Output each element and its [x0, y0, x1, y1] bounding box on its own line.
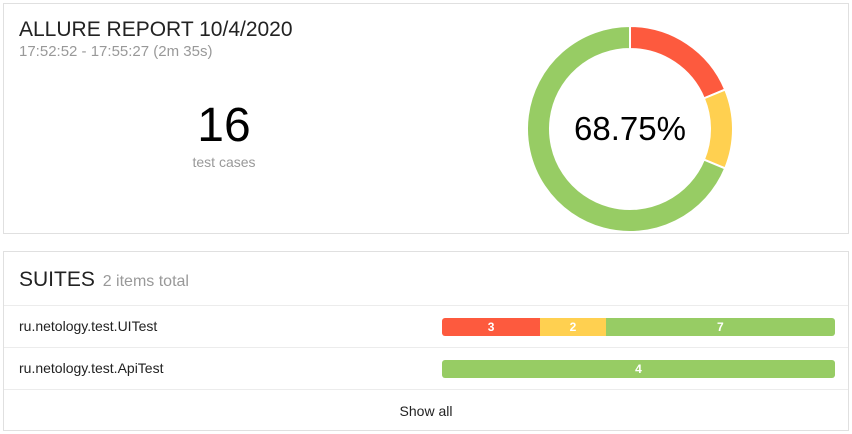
show-all-row[interactable]: Show all — [4, 389, 848, 432]
show-all-link[interactable]: Show all — [4, 403, 848, 419]
test-cases-label: test cases — [192, 154, 256, 170]
summary-widget: ALLURE REPORT 10/4/2020 17:52:52 - 17:55… — [3, 3, 849, 234]
report-time-range: 17:52:52 - 17:55:27 (2m 35s) — [19, 43, 213, 60]
suite-status-bar[interactable]: 327 — [442, 318, 835, 336]
suites-header: SUITES 2 items total — [19, 268, 189, 294]
suite-row-uitest[interactable]: ru.netology.test.UITest 327 — [4, 305, 848, 348]
status-segment-broken[interactable]: 2 — [540, 318, 606, 336]
donut-slice-failed[interactable] — [629, 26, 727, 100]
suites-widget: SUITES 2 items total ru.netology.test.UI… — [3, 251, 849, 431]
test-cases-summary: 16 test cases — [144, 99, 304, 171]
success-rate-donut-chart — [527, 26, 733, 232]
suite-name[interactable]: ru.netology.test.ApiTest — [19, 360, 163, 376]
suites-total: 2 items total — [102, 273, 189, 290]
test-cases-count: 16 — [197, 99, 251, 152]
suites-title: SUITES — [19, 268, 95, 291]
status-segment-passed[interactable]: 4 — [442, 360, 835, 378]
suite-row-apitest[interactable]: ru.netology.test.ApiTest 4 — [4, 347, 848, 390]
suite-name[interactable]: ru.netology.test.UITest — [19, 318, 157, 334]
suite-status-bar[interactable]: 4 — [442, 360, 835, 378]
report-title: ALLURE REPORT 10/4/2020 — [19, 18, 293, 41]
donut-slice-broken[interactable] — [702, 88, 733, 170]
status-segment-failed[interactable]: 3 — [442, 318, 541, 336]
status-segment-passed[interactable]: 7 — [605, 318, 835, 336]
